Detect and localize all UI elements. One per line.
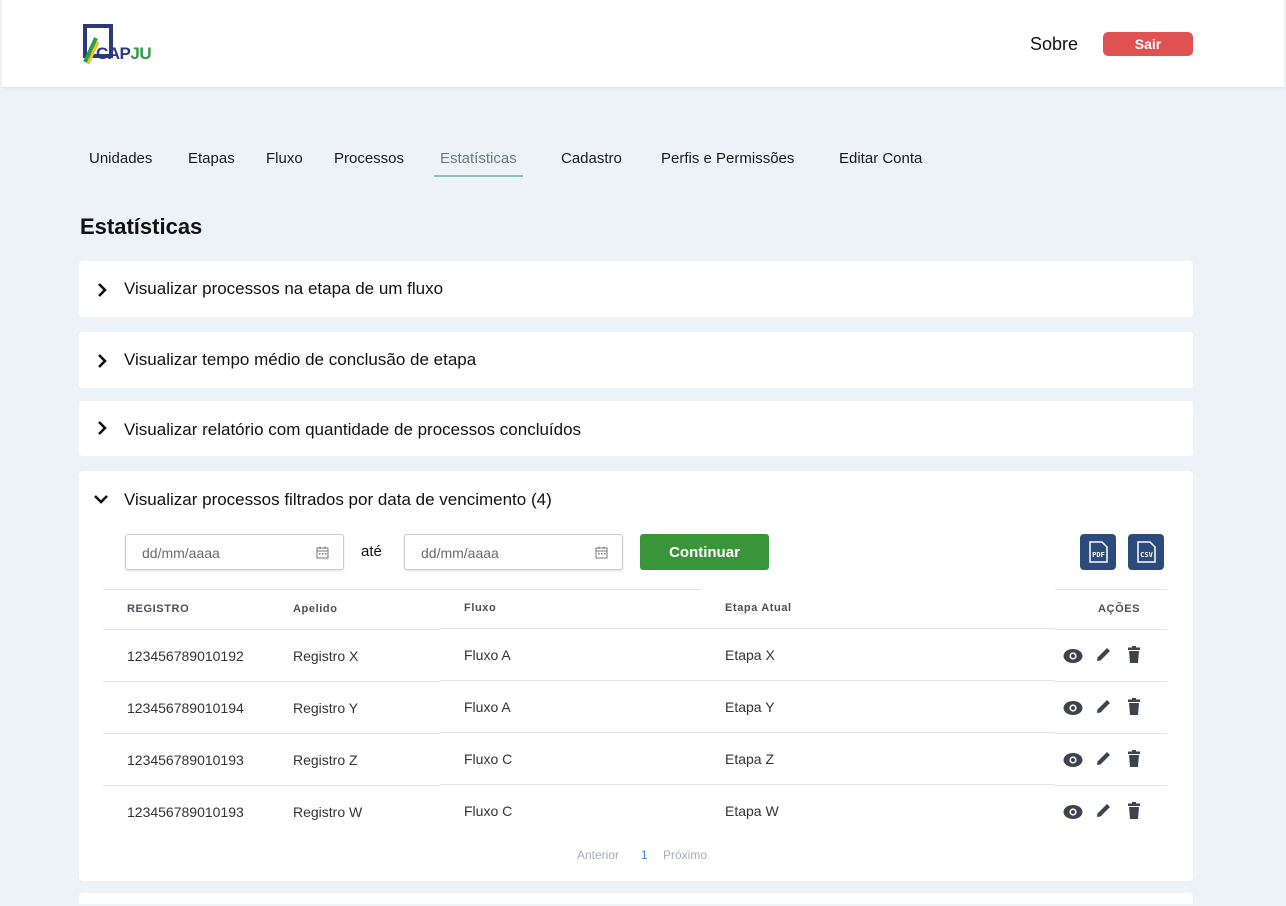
accordion-title: Visualizar processos filtrados por data … [124, 490, 552, 509]
export-pdf-button[interactable]: PDF [1080, 534, 1116, 570]
tab-etapas[interactable]: Etapas [188, 150, 235, 175]
export-csv-button[interactable]: CSV [1128, 534, 1164, 570]
csv-icon-label: CSV [1140, 551, 1153, 559]
end-date-input[interactable] [421, 543, 581, 563]
tab-editar-conta[interactable]: Editar Conta [839, 150, 922, 175]
delete-trash-icon[interactable] [1124, 646, 1144, 664]
app-frame: CAPJU Sobre Sair Unidades Etapas Fluxo P… [2, 0, 1284, 904]
cell-etapa: Etapa Z [725, 751, 775, 767]
pagination-next[interactable]: Próximo [663, 848, 707, 862]
pdf-icon-label: PDF [1092, 551, 1105, 559]
cell-etapa: Etapa Y [725, 699, 775, 715]
table-top-border [103, 589, 701, 590]
page-title: Estatísticas [80, 214, 203, 239]
view-eye-icon[interactable] [1063, 647, 1083, 665]
chevron-right-icon [98, 421, 107, 435]
row-divider [103, 629, 440, 630]
logout-button[interactable]: Sair [1103, 32, 1193, 56]
cell-fluxo: Fluxo C [464, 751, 513, 767]
edit-pencil-icon[interactable] [1094, 646, 1114, 664]
cell-registro: 123456789010193 [127, 752, 244, 768]
delete-trash-icon[interactable] [1124, 802, 1144, 820]
cell-fluxo: Fluxo A [464, 699, 511, 715]
accordion-relatorio-concluidos: Visualizar relatório com quantidade de p… [79, 401, 1193, 456]
cell-apelido: Registro Y [293, 700, 359, 716]
cell-apelido: Registro Z [293, 752, 358, 768]
chevron-down-icon [94, 495, 108, 504]
edit-pencil-icon[interactable] [1094, 750, 1114, 768]
main-nav: Unidades Etapas Fluxo Processos Estatíst… [2, 150, 1284, 180]
accordion-tempo-medio: Visualizar tempo médio de conclusão de e… [79, 332, 1193, 388]
table-top-border-right [1055, 589, 1167, 590]
cell-etapa: Etapa W [725, 803, 779, 819]
start-date-input[interactable] [142, 543, 302, 563]
tab-cadastro[interactable]: Cadastro [561, 150, 622, 175]
csv-icon: CSV [1137, 541, 1156, 563]
cell-registro: 123456789010193 [127, 804, 244, 820]
row-divider [1055, 785, 1167, 786]
pagination-current-page[interactable]: 1 [641, 848, 648, 862]
accordion-processos-etapa: Visualizar processos na etapa de um flux… [79, 261, 1193, 317]
row-divider [440, 628, 1055, 629]
row-divider [440, 680, 1055, 681]
calendar-icon[interactable] [316, 546, 329, 559]
tab-unidades[interactable]: Unidades [89, 150, 152, 175]
row-divider [103, 733, 440, 734]
row-divider [1055, 681, 1167, 682]
delete-trash-icon[interactable] [1124, 750, 1144, 768]
accordion-title: Visualizar relatório com quantidade de p… [124, 420, 582, 439]
row-divider [1055, 629, 1167, 630]
end-date-field[interactable] [404, 534, 623, 570]
accordion-title: Visualizar tempo médio de conclusão de e… [124, 350, 477, 369]
calendar-icon[interactable] [595, 546, 608, 559]
row-divider [103, 681, 440, 682]
about-link[interactable]: Sobre [1030, 34, 1078, 55]
logo-cap-text: CAP [96, 44, 131, 63]
delete-trash-icon[interactable] [1124, 698, 1144, 716]
cell-fluxo: Fluxo C [464, 803, 513, 819]
accordion-title: Visualizar processos na etapa de um flux… [124, 279, 444, 298]
continue-button[interactable]: Continuar [640, 534, 769, 570]
accordion-header[interactable]: Visualizar processos na etapa de um flux… [79, 261, 1193, 317]
tab-fluxo[interactable]: Fluxo [266, 150, 303, 175]
cell-apelido: Registro X [293, 648, 359, 664]
edit-pencil-icon[interactable] [1094, 698, 1114, 716]
tab-processos[interactable]: Processos [334, 150, 404, 175]
tab-perfis-permissoes[interactable]: Perfis e Permissões [661, 150, 794, 175]
view-eye-icon[interactable] [1063, 803, 1083, 821]
process-table: REGISTRO Apelido Fluxo Etapa Atual AÇÕES… [103, 589, 1167, 839]
cell-registro: 123456789010194 [127, 700, 244, 716]
accordion-header[interactable]: Visualizar tempo médio de conclusão de e… [79, 332, 1193, 388]
column-header-apelido: Apelido [293, 603, 338, 615]
row-divider [1055, 733, 1167, 734]
pdf-icon: PDF [1089, 541, 1108, 563]
cell-registro: 123456789010192 [127, 648, 244, 664]
logo-text: CAPJU [96, 44, 152, 64]
next-accordion-partial [79, 893, 1193, 904]
tab-estatisticas[interactable]: Estatísticas [434, 150, 523, 177]
chevron-right-icon [98, 354, 107, 368]
column-header-fluxo: Fluxo [464, 602, 497, 614]
pagination-prev[interactable]: Anterior [577, 848, 619, 862]
accordion-header[interactable]: Visualizar processos filtrados por data … [79, 471, 1193, 527]
date-range-separator: até [361, 543, 382, 560]
accordion-data-vencimento: Visualizar processos filtrados por data … [79, 471, 1193, 881]
row-divider [103, 785, 440, 786]
accordion-header[interactable]: Visualizar relatório com quantidade de p… [79, 401, 1193, 457]
column-header-registro: REGISTRO [127, 603, 190, 615]
chevron-right-icon [98, 283, 107, 297]
view-eye-icon[interactable] [1063, 699, 1083, 717]
edit-pencil-icon[interactable] [1094, 802, 1114, 820]
column-header-etapa-atual: Etapa Atual [725, 602, 792, 614]
cell-etapa: Etapa X [725, 647, 775, 663]
start-date-field[interactable] [125, 534, 344, 570]
row-divider [440, 732, 1055, 733]
row-divider [440, 784, 1055, 785]
column-header-acoes: AÇÕES [1098, 603, 1141, 615]
view-eye-icon[interactable] [1063, 751, 1083, 769]
logo-ju-text: JU [130, 44, 152, 63]
cell-fluxo: Fluxo A [464, 647, 511, 663]
cell-apelido: Registro W [293, 804, 363, 820]
top-header: CAPJU Sobre Sair [2, 0, 1284, 87]
